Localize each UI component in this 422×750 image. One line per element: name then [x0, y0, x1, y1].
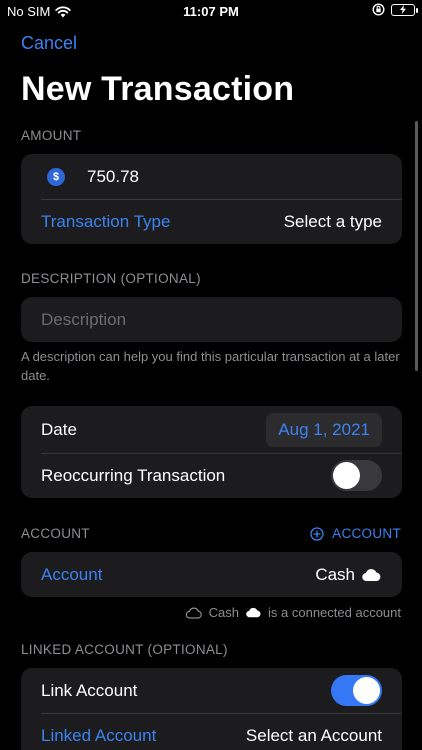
transaction-type-label: Transaction Type — [41, 211, 171, 231]
cloud-icon — [361, 568, 382, 582]
link-account-toggle[interactable] — [331, 675, 382, 706]
linked-account-row[interactable]: Linked Account Select an Account — [21, 713, 402, 750]
date-group: Date Aug 1, 2021 Reoccurring Transaction — [21, 406, 402, 498]
dollar-icon: $ — [47, 167, 65, 186]
account-section-header: ACCOUNT — [21, 526, 90, 541]
transaction-type-value[interactable]: Select a type — [284, 212, 382, 232]
description-placeholder: Description — [41, 309, 127, 329]
recurring-row: Reoccurring Transaction — [21, 453, 402, 498]
amount-group: $ 750.78 Transaction Type Select a type — [21, 154, 402, 244]
status-time: 11:07 PM — [183, 4, 239, 19]
link-account-right — [331, 675, 382, 706]
account-row[interactable]: Account Cash — [21, 552, 402, 597]
connected-account-suffix: is a connected account — [268, 605, 401, 620]
account-group: Account Cash — [21, 552, 402, 597]
plus-circle-icon — [310, 526, 324, 541]
linked-account-label: Linked Account — [41, 725, 157, 745]
recurring-right — [331, 460, 382, 491]
recurring-label: Reoccurring Transaction — [41, 465, 226, 485]
description-footer: A description can help you find this par… — [21, 349, 400, 383]
linked-section-header: LINKED ACCOUNT (OPTIONAL) — [21, 642, 228, 657]
description-group: Description — [21, 297, 402, 342]
amount-row[interactable]: $ 750.78 — [21, 154, 402, 199]
status-bar: No SIM 11:07 PM — [0, 0, 422, 24]
description-field[interactable]: Description — [21, 297, 402, 342]
account-label: Account — [41, 564, 103, 584]
link-account-label: Link Account — [41, 680, 138, 700]
recurring-toggle[interactable] — [331, 460, 382, 491]
add-account-button[interactable]: ACCOUNT — [310, 526, 401, 541]
toggle-knob — [353, 677, 380, 704]
account-value[interactable]: Cash — [315, 565, 355, 585]
transaction-type-row[interactable]: Transaction Type Select a type — [21, 199, 402, 244]
cloud-outline-icon — [185, 607, 203, 619]
amount-input[interactable]: 750.78 — [87, 167, 139, 187]
date-row: Date Aug 1, 2021 — [21, 406, 402, 453]
cloud-icon — [245, 607, 262, 618]
page-title: New Transaction — [21, 70, 295, 108]
amount-section-header: AMOUNT — [21, 128, 82, 143]
date-picker-button[interactable]: Aug 1, 2021 — [266, 412, 382, 447]
add-account-label: ACCOUNT — [332, 526, 401, 541]
linked-account-value[interactable]: Select an Account — [246, 726, 382, 746]
toggle-knob — [333, 462, 360, 489]
orientation-lock-icon — [372, 3, 385, 16]
description-section-header: DESCRIPTION (OPTIONAL) — [21, 271, 201, 286]
linked-group: Link Account Linked Account Select an Ac… — [21, 668, 402, 750]
connected-account-note: Cash is a connected account — [185, 605, 401, 620]
status-right — [372, 3, 418, 16]
connected-account-name: Cash — [208, 605, 240, 620]
date-right: Aug 1, 2021 — [266, 412, 382, 447]
scroll-indicator[interactable] — [415, 121, 418, 371]
battery-charging-icon — [391, 3, 418, 16]
date-label: Date — [41, 419, 77, 439]
cancel-button[interactable]: Cancel — [21, 33, 77, 54]
account-value-wrap: Cash — [315, 565, 382, 585]
link-account-row: Link Account — [21, 668, 402, 713]
